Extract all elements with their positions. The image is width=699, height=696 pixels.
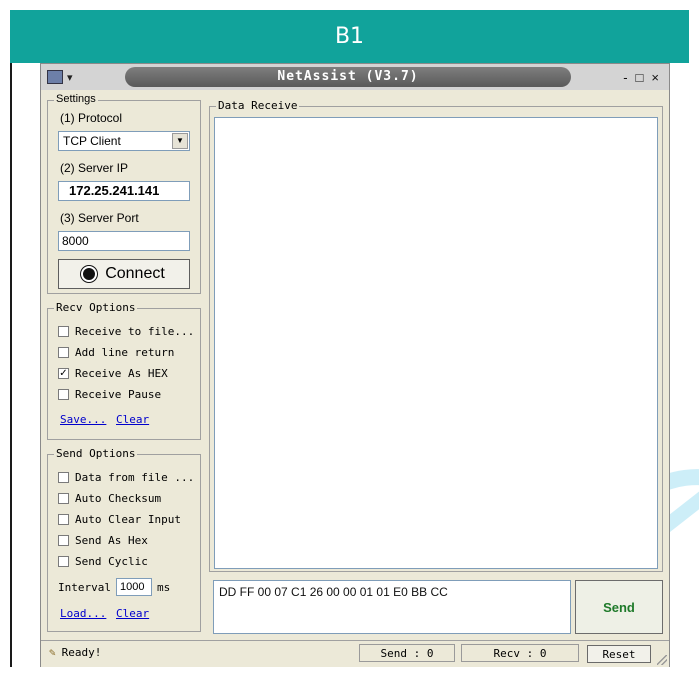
settings-group-title: Settings [54, 93, 98, 105]
minimize-icon[interactable]: - [623, 70, 627, 85]
send-options-title: Send Options [54, 447, 138, 460]
auto-clear-input-label: Auto Clear Input [75, 512, 181, 526]
connect-button[interactable]: Connect [58, 259, 190, 289]
app-icon [47, 70, 63, 84]
server-ip-label: (2) Server IP [60, 161, 129, 175]
load-link[interactable]: Load... [60, 607, 106, 620]
recv-options-title: Recv Options [54, 301, 138, 314]
chevron-down-icon[interactable]: ▼ [172, 133, 188, 149]
checkbox-icon[interactable] [58, 492, 69, 504]
receive-text-area[interactable] [214, 117, 658, 569]
protocol-value: TCP Client [63, 134, 121, 148]
interval-input[interactable]: 1000 [115, 578, 152, 596]
connect-status-icon [83, 268, 96, 280]
connect-label: Connect [105, 265, 165, 282]
status-ready: ✎ Ready! [49, 646, 101, 659]
receive-as-hex-checkbox[interactable]: ✓ Receive As HEX [58, 365, 168, 381]
window-controls: - □ × [581, 67, 663, 87]
resize-grip-icon[interactable] [657, 655, 667, 665]
banner: B1 [10, 10, 689, 63]
recv-options-group: Recv Options Receive to file... Add line… [47, 301, 201, 440]
protocol-select[interactable]: TCP Client ▼ [58, 131, 190, 151]
receive-as-hex-label: Receive As HEX [75, 366, 168, 380]
maximize-icon[interactable]: □ [636, 70, 644, 85]
checkbox-icon[interactable] [58, 471, 69, 483]
receive-to-file-label: Receive to file... [75, 324, 195, 338]
settings-group: Settings (1) Protocol TCP Client ▼ (2) S… [47, 93, 201, 294]
checkbox-icon[interactable] [58, 388, 69, 400]
save-link[interactable]: Save... [60, 413, 106, 426]
netassist-window: ▾ NetAssist (V3.7) - □ × Settings (1) Pr… [40, 63, 670, 667]
send-as-hex-checkbox[interactable]: Send As Hex [58, 532, 148, 548]
receive-pause-checkbox[interactable]: Receive Pause [58, 386, 161, 402]
send-clear-link[interactable]: Clear [116, 607, 149, 620]
checkbox-icon[interactable] [58, 325, 69, 337]
send-counter: Send : 0 [359, 644, 455, 662]
receive-to-file-checkbox[interactable]: Receive to file... [58, 323, 194, 339]
recv-clear-link[interactable]: Clear [116, 413, 149, 426]
send-options-group: Send Options Data from file ... Auto Che… [47, 447, 201, 632]
protocol-label: (1) Protocol [60, 111, 123, 125]
checkbox-icon[interactable] [58, 346, 69, 358]
close-icon[interactable]: × [651, 70, 659, 85]
send-cyclic-checkbox[interactable]: Send Cyclic [58, 553, 148, 569]
ready-text: Ready! [61, 646, 102, 659]
server-ip-field[interactable]: 172.25.241.141 [58, 181, 190, 201]
data-receive-group: Data Receive [209, 99, 663, 572]
add-line-return-label: Add line return [75, 345, 175, 359]
interval-label: Interval [58, 580, 111, 594]
status-bar: ✎ Ready! Send : 0 Recv : 0 Reset [41, 640, 669, 667]
dropdown-arrow-icon: ▾ [67, 71, 73, 84]
send-as-hex-label: Send As Hex [75, 533, 148, 547]
send-button[interactable]: Send [575, 580, 663, 634]
data-from-file-checkbox[interactable]: Data from file ... [58, 469, 194, 485]
receive-pause-label: Receive Pause [75, 387, 162, 401]
checkmark-icon[interactable]: ✓ [58, 367, 69, 379]
interval-unit: ms [156, 580, 171, 594]
title-bar: ▾ NetAssist (V3.7) - □ × [41, 64, 669, 90]
window-title: NetAssist (V3.7) [277, 69, 419, 84]
data-from-file-label: Data from file ... [75, 470, 195, 484]
checkbox-icon[interactable] [58, 513, 69, 525]
banner-title: B1 [334, 24, 365, 49]
server-port-field[interactable]: 8000 [58, 231, 190, 251]
system-menu[interactable]: ▾ [47, 68, 97, 86]
auto-clear-input-checkbox[interactable]: Auto Clear Input [58, 511, 181, 527]
auto-checksum-checkbox[interactable]: Auto Checksum [58, 490, 161, 506]
recv-counter: Recv : 0 [461, 644, 579, 662]
data-receive-title: Data Receive [216, 99, 300, 112]
ready-icon: ✎ [49, 646, 56, 659]
send-cyclic-label: Send Cyclic [75, 554, 148, 568]
checkbox-icon[interactable] [58, 555, 69, 567]
send-input[interactable]: DD FF 00 07 C1 26 00 00 01 01 E0 BB CC [213, 580, 571, 634]
interval-row: Interval 1000 ms [58, 577, 170, 597]
checkbox-icon[interactable] [58, 534, 69, 546]
reset-button[interactable]: Reset [587, 645, 651, 663]
add-line-return-checkbox[interactable]: Add line return [58, 344, 174, 360]
left-border [10, 63, 12, 667]
server-port-label: (3) Server Port [60, 211, 139, 225]
auto-checksum-label: Auto Checksum [75, 491, 162, 505]
